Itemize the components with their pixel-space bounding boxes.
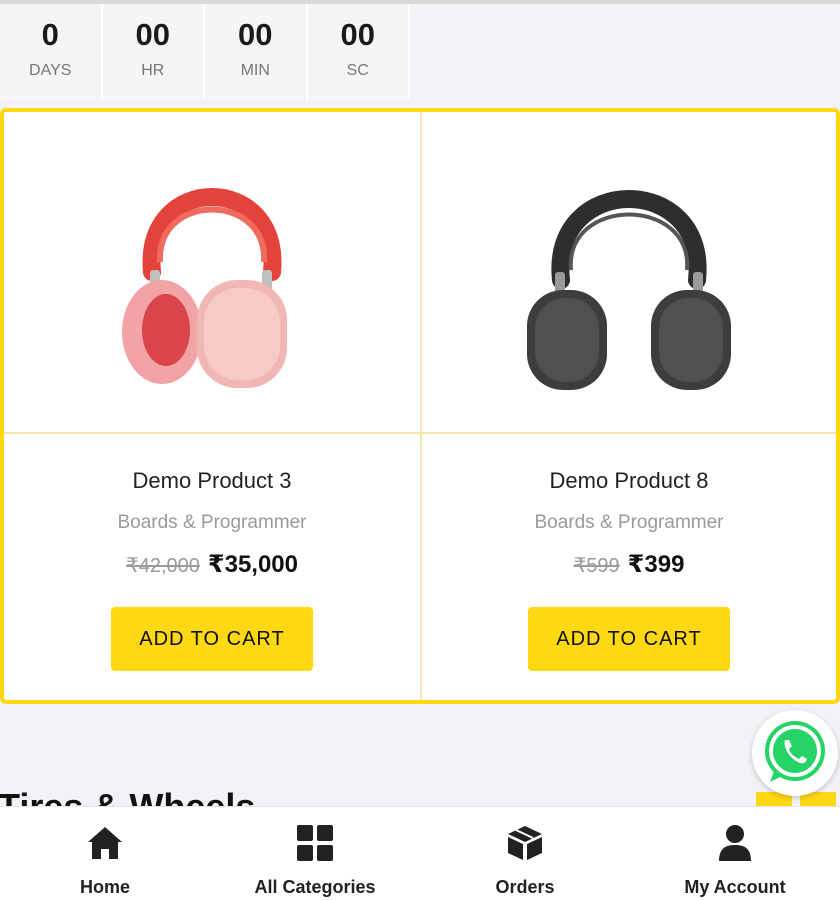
nav-all-categories[interactable]: All Categories (230, 807, 400, 900)
countdown-seconds: 00 SC (307, 4, 410, 100)
grid-icon (297, 825, 333, 861)
nav-label: Orders (495, 877, 555, 897)
product-card[interactable]: Demo Product 3 Boards & Programmer ₹42,0… (4, 112, 420, 700)
product-category: Boards & Programmer (534, 512, 724, 533)
headphones-pink-icon (122, 188, 287, 388)
sale-price: ₹399 (627, 551, 685, 578)
nav-label: Home (79, 877, 130, 897)
countdown-value: 0 (41, 16, 59, 52)
countdown-timer: 0 DAYS 00 HR 00 MIN 00 SC (0, 4, 410, 100)
product-name[interactable]: Demo Product 8 (550, 468, 709, 494)
countdown-minutes: 00 MIN (205, 4, 308, 100)
nav-label: My Account (684, 877, 786, 897)
countdown-days: 0 DAYS (0, 4, 103, 100)
countdown-value: 00 (340, 16, 375, 52)
whatsapp-icon (765, 721, 825, 782)
product-price: ₹599 ₹399 (574, 550, 685, 579)
nav-label: All Categories (254, 877, 376, 897)
product-info: Demo Product 3 Boards & Programmer ₹42,0… (4, 434, 420, 700)
countdown-unit: HR (141, 61, 165, 79)
user-icon (719, 825, 751, 861)
nav-home[interactable]: Home (20, 807, 190, 900)
product-name[interactable]: Demo Product 3 (133, 468, 292, 494)
original-price: ₹42,000 (125, 555, 200, 577)
product-grid: Demo Product 3 Boards & Programmer ₹42,0… (0, 108, 840, 704)
whatsapp-button[interactable] (752, 710, 838, 796)
headphones-black-icon (527, 190, 731, 390)
box-icon (508, 826, 542, 860)
original-price: ₹599 (573, 555, 620, 577)
add-to-cart-button[interactable]: ADD TO CART (111, 607, 313, 671)
product-card[interactable]: Demo Product 8 Boards & Programmer ₹599 … (420, 112, 836, 700)
countdown-unit: SC (346, 61, 369, 79)
product-image[interactable] (4, 112, 420, 434)
product-info: Demo Product 8 Boards & Programmer ₹599 … (422, 434, 836, 700)
product-image[interactable] (422, 112, 836, 434)
add-to-cart-button[interactable]: ADD TO CART (528, 607, 730, 671)
countdown-value: 00 (135, 16, 170, 52)
product-category: Boards & Programmer (117, 512, 307, 533)
bottom-navigation: Home All Categories Orders My Account (0, 806, 840, 900)
countdown-unit: MIN (240, 61, 270, 79)
sale-price: ₹35,000 (207, 551, 298, 578)
nav-my-account[interactable]: My Account (650, 807, 820, 900)
nav-orders[interactable]: Orders (440, 807, 610, 900)
countdown-hours: 00 HR (102, 4, 205, 100)
countdown-unit: DAYS (29, 61, 72, 79)
home-icon (88, 827, 122, 859)
countdown-value: 00 (238, 16, 273, 52)
product-price: ₹42,000 ₹35,000 (126, 550, 298, 579)
